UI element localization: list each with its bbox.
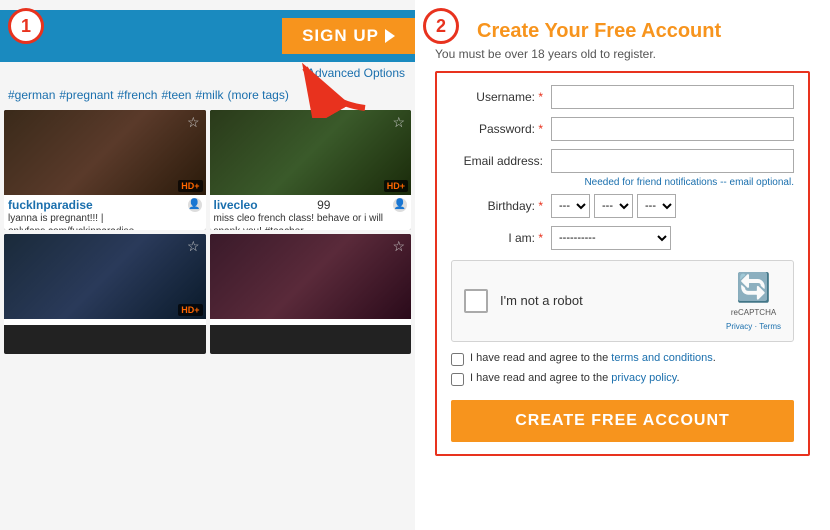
- recaptcha-logo-icon: 🔄: [736, 271, 771, 304]
- username-label: Username: *: [451, 90, 551, 104]
- recaptcha-left: I'm not a robot: [464, 289, 583, 313]
- tag-teen[interactable]: #teen: [161, 88, 191, 102]
- user-icon: 👤: [393, 198, 407, 212]
- password-input[interactable]: [551, 117, 794, 141]
- birthday-label: Birthday: *: [451, 199, 551, 213]
- form-subtitle: You must be over 18 years old to registe…: [435, 47, 810, 61]
- thumb-info: fuckInparadise 👤 lyanna is pregnant!!! |…: [4, 195, 206, 230]
- left-panel: 1 SIGN UP Advanced Options #german #preg…: [0, 0, 415, 530]
- recaptcha-label: reCAPTCHA: [731, 308, 776, 318]
- right-panel: 2 Create Your Free Account You must be o…: [415, 0, 830, 530]
- star-icon[interactable]: ☆: [187, 114, 200, 131]
- step-1-circle: 1: [8, 8, 44, 44]
- terms-link[interactable]: terms and conditions: [611, 352, 713, 364]
- birthday-month-select[interactable]: ---: [551, 194, 590, 218]
- hd-badge: HD+: [178, 180, 202, 192]
- email-input[interactable]: [551, 149, 794, 173]
- thumb-info: [4, 319, 206, 325]
- create-account-button[interactable]: CREATE FREE ACCOUNT: [451, 400, 794, 442]
- thumbnail-image: ☆: [210, 234, 412, 319]
- email-label: Email address:: [451, 154, 551, 168]
- birthday-selects: --- --- ---: [551, 194, 676, 218]
- star-icon[interactable]: ☆: [392, 114, 405, 131]
- score: 99: [317, 198, 330, 212]
- password-label: Password: *: [451, 122, 551, 136]
- more-tags-link[interactable]: (more tags): [228, 88, 289, 102]
- list-item[interactable]: HD+ ☆: [4, 234, 206, 354]
- thumbnail-image: HD+ ☆: [4, 234, 206, 319]
- list-item[interactable]: HD+ ☆ livecleo 99 👤 miss cleo french cla…: [210, 110, 412, 230]
- password-row: Password: *: [451, 117, 794, 141]
- thumbnail-image: HD+ ☆: [4, 110, 206, 195]
- privacy-checkbox[interactable]: [451, 373, 464, 386]
- thumb-info: [210, 319, 412, 325]
- card-description: miss cleo french class! behave or i will…: [214, 212, 408, 230]
- thumb-info: livecleo 99 👤 miss cleo french class! be…: [210, 195, 412, 230]
- birthday-day-select[interactable]: ---: [594, 194, 633, 218]
- username-input[interactable]: [551, 85, 794, 109]
- user-icon: 👤: [188, 198, 202, 212]
- terms-checkbox[interactable]: [451, 353, 464, 366]
- iam-row: I am: * ----------: [451, 226, 794, 250]
- recaptcha-text: I'm not a robot: [500, 293, 583, 308]
- step-2-circle: 2: [423, 8, 459, 44]
- tag-french[interactable]: #french: [117, 88, 157, 102]
- username-link[interactable]: livecleo: [214, 198, 258, 212]
- star-icon[interactable]: ☆: [392, 238, 405, 255]
- list-item[interactable]: HD+ ☆ fuckInparadise 👤 lyanna is pregnan…: [4, 110, 206, 230]
- email-row: Email address:: [451, 149, 794, 173]
- recaptcha-right: 🔄 reCAPTCHA Privacy · Terms: [726, 271, 781, 331]
- thumbnail-image: HD+ ☆: [210, 110, 412, 195]
- birthday-row: Birthday: * --- --- ---: [451, 194, 794, 218]
- terms-text: I have read and agree to the terms and c…: [470, 352, 716, 364]
- iam-label: I am: *: [451, 231, 551, 245]
- signup-label: SIGN UP: [302, 26, 379, 46]
- username-link[interactable]: fuckInparadise: [8, 198, 93, 212]
- privacy-text: I have read and agree to the privacy pol…: [470, 372, 680, 384]
- registration-form: Username: * Password: * Email address: N…: [435, 71, 810, 456]
- terms-checkbox-row: I have read and agree to the terms and c…: [451, 352, 794, 366]
- iam-select[interactable]: ----------: [551, 226, 671, 250]
- email-note: Needed for friend notifications -- email…: [451, 177, 794, 188]
- form-title: Create Your Free Account: [477, 20, 810, 43]
- recaptcha-links[interactable]: Privacy · Terms: [726, 322, 781, 331]
- recaptcha-checkbox[interactable]: [464, 289, 488, 313]
- hd-badge: HD+: [178, 304, 202, 316]
- star-icon[interactable]: ☆: [187, 238, 200, 255]
- list-item[interactable]: ☆: [210, 234, 412, 354]
- tag-milk[interactable]: #milk: [195, 88, 223, 102]
- thumbnails-grid: HD+ ☆ fuckInparadise 👤 lyanna is pregnan…: [0, 106, 415, 358]
- username-row: Username: *: [451, 85, 794, 109]
- red-arrow-icon: [295, 48, 385, 118]
- privacy-link[interactable]: privacy policy: [611, 372, 676, 384]
- privacy-checkbox-row: I have read and agree to the privacy pol…: [451, 372, 794, 386]
- arrow-right-icon: [385, 29, 395, 43]
- recaptcha-box: I'm not a robot 🔄 reCAPTCHA Privacy · Te…: [451, 260, 794, 342]
- hd-badge: HD+: [384, 180, 408, 192]
- tag-pregnant[interactable]: #pregnant: [59, 88, 113, 102]
- tag-german[interactable]: #german: [8, 88, 55, 102]
- birthday-year-select[interactable]: ---: [637, 194, 676, 218]
- card-description: lyanna is pregnant!!! | onlyfans.com/fuc…: [8, 212, 202, 230]
